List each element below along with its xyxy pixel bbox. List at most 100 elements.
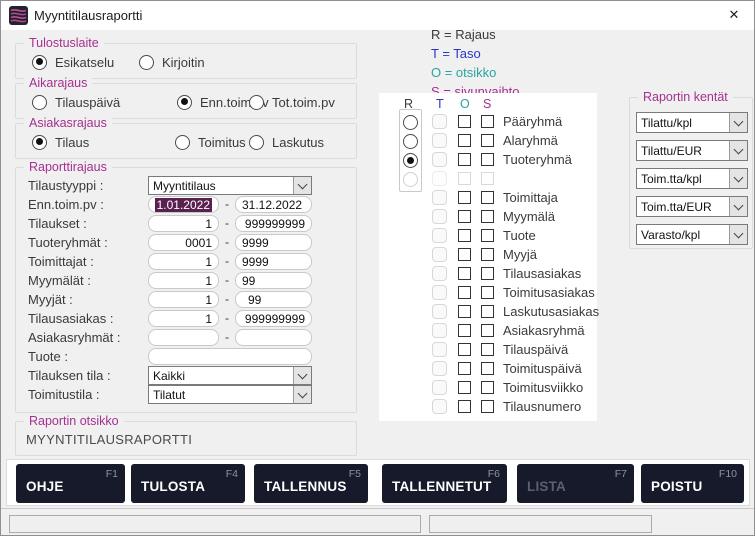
myymalat-from-input[interactable]: 1 — [148, 272, 219, 289]
tulosta-button[interactable]: TULOSTA F4 — [131, 464, 245, 503]
sivunvaihto-checkbox[interactable] — [481, 191, 494, 204]
asiakasryhmat-to-input[interactable] — [235, 329, 312, 346]
radio-tilaus[interactable]: Tilaus — [32, 134, 89, 150]
otsikko-checkbox[interactable] — [458, 134, 471, 147]
poistu-button[interactable]: POISTU F10 — [641, 464, 744, 503]
select-button[interactable] — [729, 225, 747, 244]
radio-icon[interactable] — [32, 95, 47, 110]
select-button[interactable] — [729, 169, 747, 188]
toimitustila-select[interactable]: Tilatut — [148, 385, 312, 404]
sivunvaihto-checkbox[interactable] — [481, 267, 494, 280]
tuoteryhmat-to-input[interactable]: 9999 — [235, 234, 312, 251]
select-button[interactable] — [729, 113, 747, 132]
kentta-3-select[interactable]: Toim.tta/kpl — [636, 168, 748, 189]
toimittajat-to-input[interactable]: 9999 — [235, 253, 312, 270]
tallennetut-button[interactable]: TALLENNETUT F6 — [382, 464, 507, 503]
myymalat-to-input[interactable]: 99 — [235, 272, 312, 289]
select-button[interactable] — [293, 386, 311, 403]
radio-tilauspaiva[interactable]: Tilauspäivä — [32, 94, 120, 110]
otsikko-checkbox[interactable] — [458, 191, 471, 204]
taso-box[interactable] — [432, 247, 447, 262]
select-button[interactable] — [293, 367, 311, 384]
otsikko-checkbox[interactable] — [458, 153, 471, 166]
tilaukset-from-input[interactable]: 1 — [148, 215, 219, 232]
otsikko-checkbox[interactable] — [458, 248, 471, 261]
taso-box[interactable] — [432, 304, 447, 319]
sivunvaihto-checkbox[interactable] — [481, 153, 494, 166]
otsikko-checkbox[interactable] — [458, 400, 471, 413]
myyjat-from-input[interactable]: 1 — [148, 291, 219, 308]
sivunvaihto-checkbox[interactable] — [481, 210, 494, 223]
otsikko-checkbox[interactable] — [458, 381, 471, 394]
otsikko-checkbox[interactable] — [458, 362, 471, 375]
taso-box[interactable] — [432, 190, 447, 205]
radio-icon[interactable] — [175, 135, 190, 150]
radio-icon[interactable] — [32, 55, 47, 70]
taso-box[interactable] — [432, 152, 447, 167]
otsikko-checkbox[interactable] — [458, 115, 471, 128]
asiakasryhmat-from-input[interactable] — [148, 329, 219, 346]
otsikko-checkbox[interactable] — [458, 210, 471, 223]
radio-laskutus[interactable]: Laskutus — [249, 134, 324, 150]
kentta-1-select[interactable]: Tilattu/kpl — [636, 112, 748, 133]
kentta-5-select[interactable]: Varasto/kpl — [636, 224, 748, 245]
select-button[interactable] — [729, 141, 747, 160]
tallennus-button[interactable]: TALLENNUS F5 — [254, 464, 368, 503]
enntoimpv-from-input[interactable]: 1.01.2022 — [148, 196, 219, 213]
otsikko-checkbox[interactable] — [458, 286, 471, 299]
taso-box[interactable] — [432, 380, 447, 395]
sivunvaihto-checkbox[interactable] — [481, 362, 494, 375]
ohje-button[interactable]: OHJE F1 — [16, 464, 125, 503]
radio-toimitus[interactable]: Toimitus — [175, 134, 246, 150]
taso-box[interactable] — [432, 342, 447, 357]
tilausasiakas-from-input[interactable]: 1 — [148, 310, 219, 327]
close-icon[interactable]: ✕ — [725, 6, 743, 24]
radio-icon[interactable] — [249, 135, 264, 150]
select-button[interactable] — [293, 177, 311, 194]
otsikko-checkbox[interactable] — [458, 305, 471, 318]
sivunvaihto-checkbox[interactable] — [481, 343, 494, 356]
taso-box[interactable] — [432, 361, 447, 376]
radio-tottoimpv[interactable]: Tot.toim.pv — [249, 94, 335, 110]
taso-box[interactable] — [432, 285, 447, 300]
sivunvaihto-checkbox[interactable] — [481, 286, 494, 299]
sivunvaihto-checkbox[interactable] — [481, 134, 494, 147]
radio-kirjoitin[interactable]: Kirjoitin — [139, 54, 205, 70]
taso-box[interactable] — [432, 266, 447, 281]
taso-box[interactable] — [432, 399, 447, 414]
tilaukset-to-input[interactable]: 999999999 — [235, 215, 312, 232]
taso-box[interactable] — [432, 209, 447, 224]
sivunvaihto-checkbox[interactable] — [481, 305, 494, 318]
radio-icon[interactable] — [249, 95, 264, 110]
tilausasiakas-to-input[interactable]: 999999999 — [235, 310, 312, 327]
myyjat-to-input[interactable]: 99 — [235, 291, 312, 308]
sivunvaihto-checkbox[interactable] — [481, 324, 494, 337]
tuote-input[interactable] — [148, 348, 312, 365]
tilauksen-tila-select[interactable]: Kaikki — [148, 366, 312, 385]
select-button[interactable] — [729, 197, 747, 216]
tuoteryhmat-from-input[interactable]: 0001 — [148, 234, 219, 251]
kentta-4-select[interactable]: Toim.tta/EUR — [636, 196, 748, 217]
otsikko-checkbox[interactable] — [458, 229, 471, 242]
toimittajat-from-input[interactable]: 1 — [148, 253, 219, 270]
sivunvaihto-checkbox[interactable] — [481, 115, 494, 128]
select-value: Tilattu/kpl — [637, 113, 729, 132]
radio-esikatselu[interactable]: Esikatselu — [32, 54, 114, 70]
radio-icon[interactable] — [32, 135, 47, 150]
otsikko-checkbox[interactable] — [458, 267, 471, 280]
sivunvaihto-checkbox[interactable] — [481, 381, 494, 394]
enntoimpv-to-input[interactable]: 31.12.2022 — [235, 196, 312, 213]
sivunvaihto-checkbox[interactable] — [481, 248, 494, 261]
radio-icon[interactable] — [177, 95, 192, 110]
taso-box[interactable] — [432, 228, 447, 243]
taso-box[interactable] — [432, 114, 447, 129]
sivunvaihto-checkbox[interactable] — [481, 400, 494, 413]
tilaustyyppi-select[interactable]: Myyntitilaus — [148, 176, 312, 195]
sivunvaihto-checkbox[interactable] — [481, 229, 494, 242]
otsikko-checkbox[interactable] — [458, 324, 471, 337]
otsikko-checkbox[interactable] — [458, 343, 471, 356]
taso-box[interactable] — [432, 133, 447, 148]
radio-icon[interactable] — [139, 55, 154, 70]
taso-box[interactable] — [432, 323, 447, 338]
kentta-2-select[interactable]: Tilattu/EUR — [636, 140, 748, 161]
